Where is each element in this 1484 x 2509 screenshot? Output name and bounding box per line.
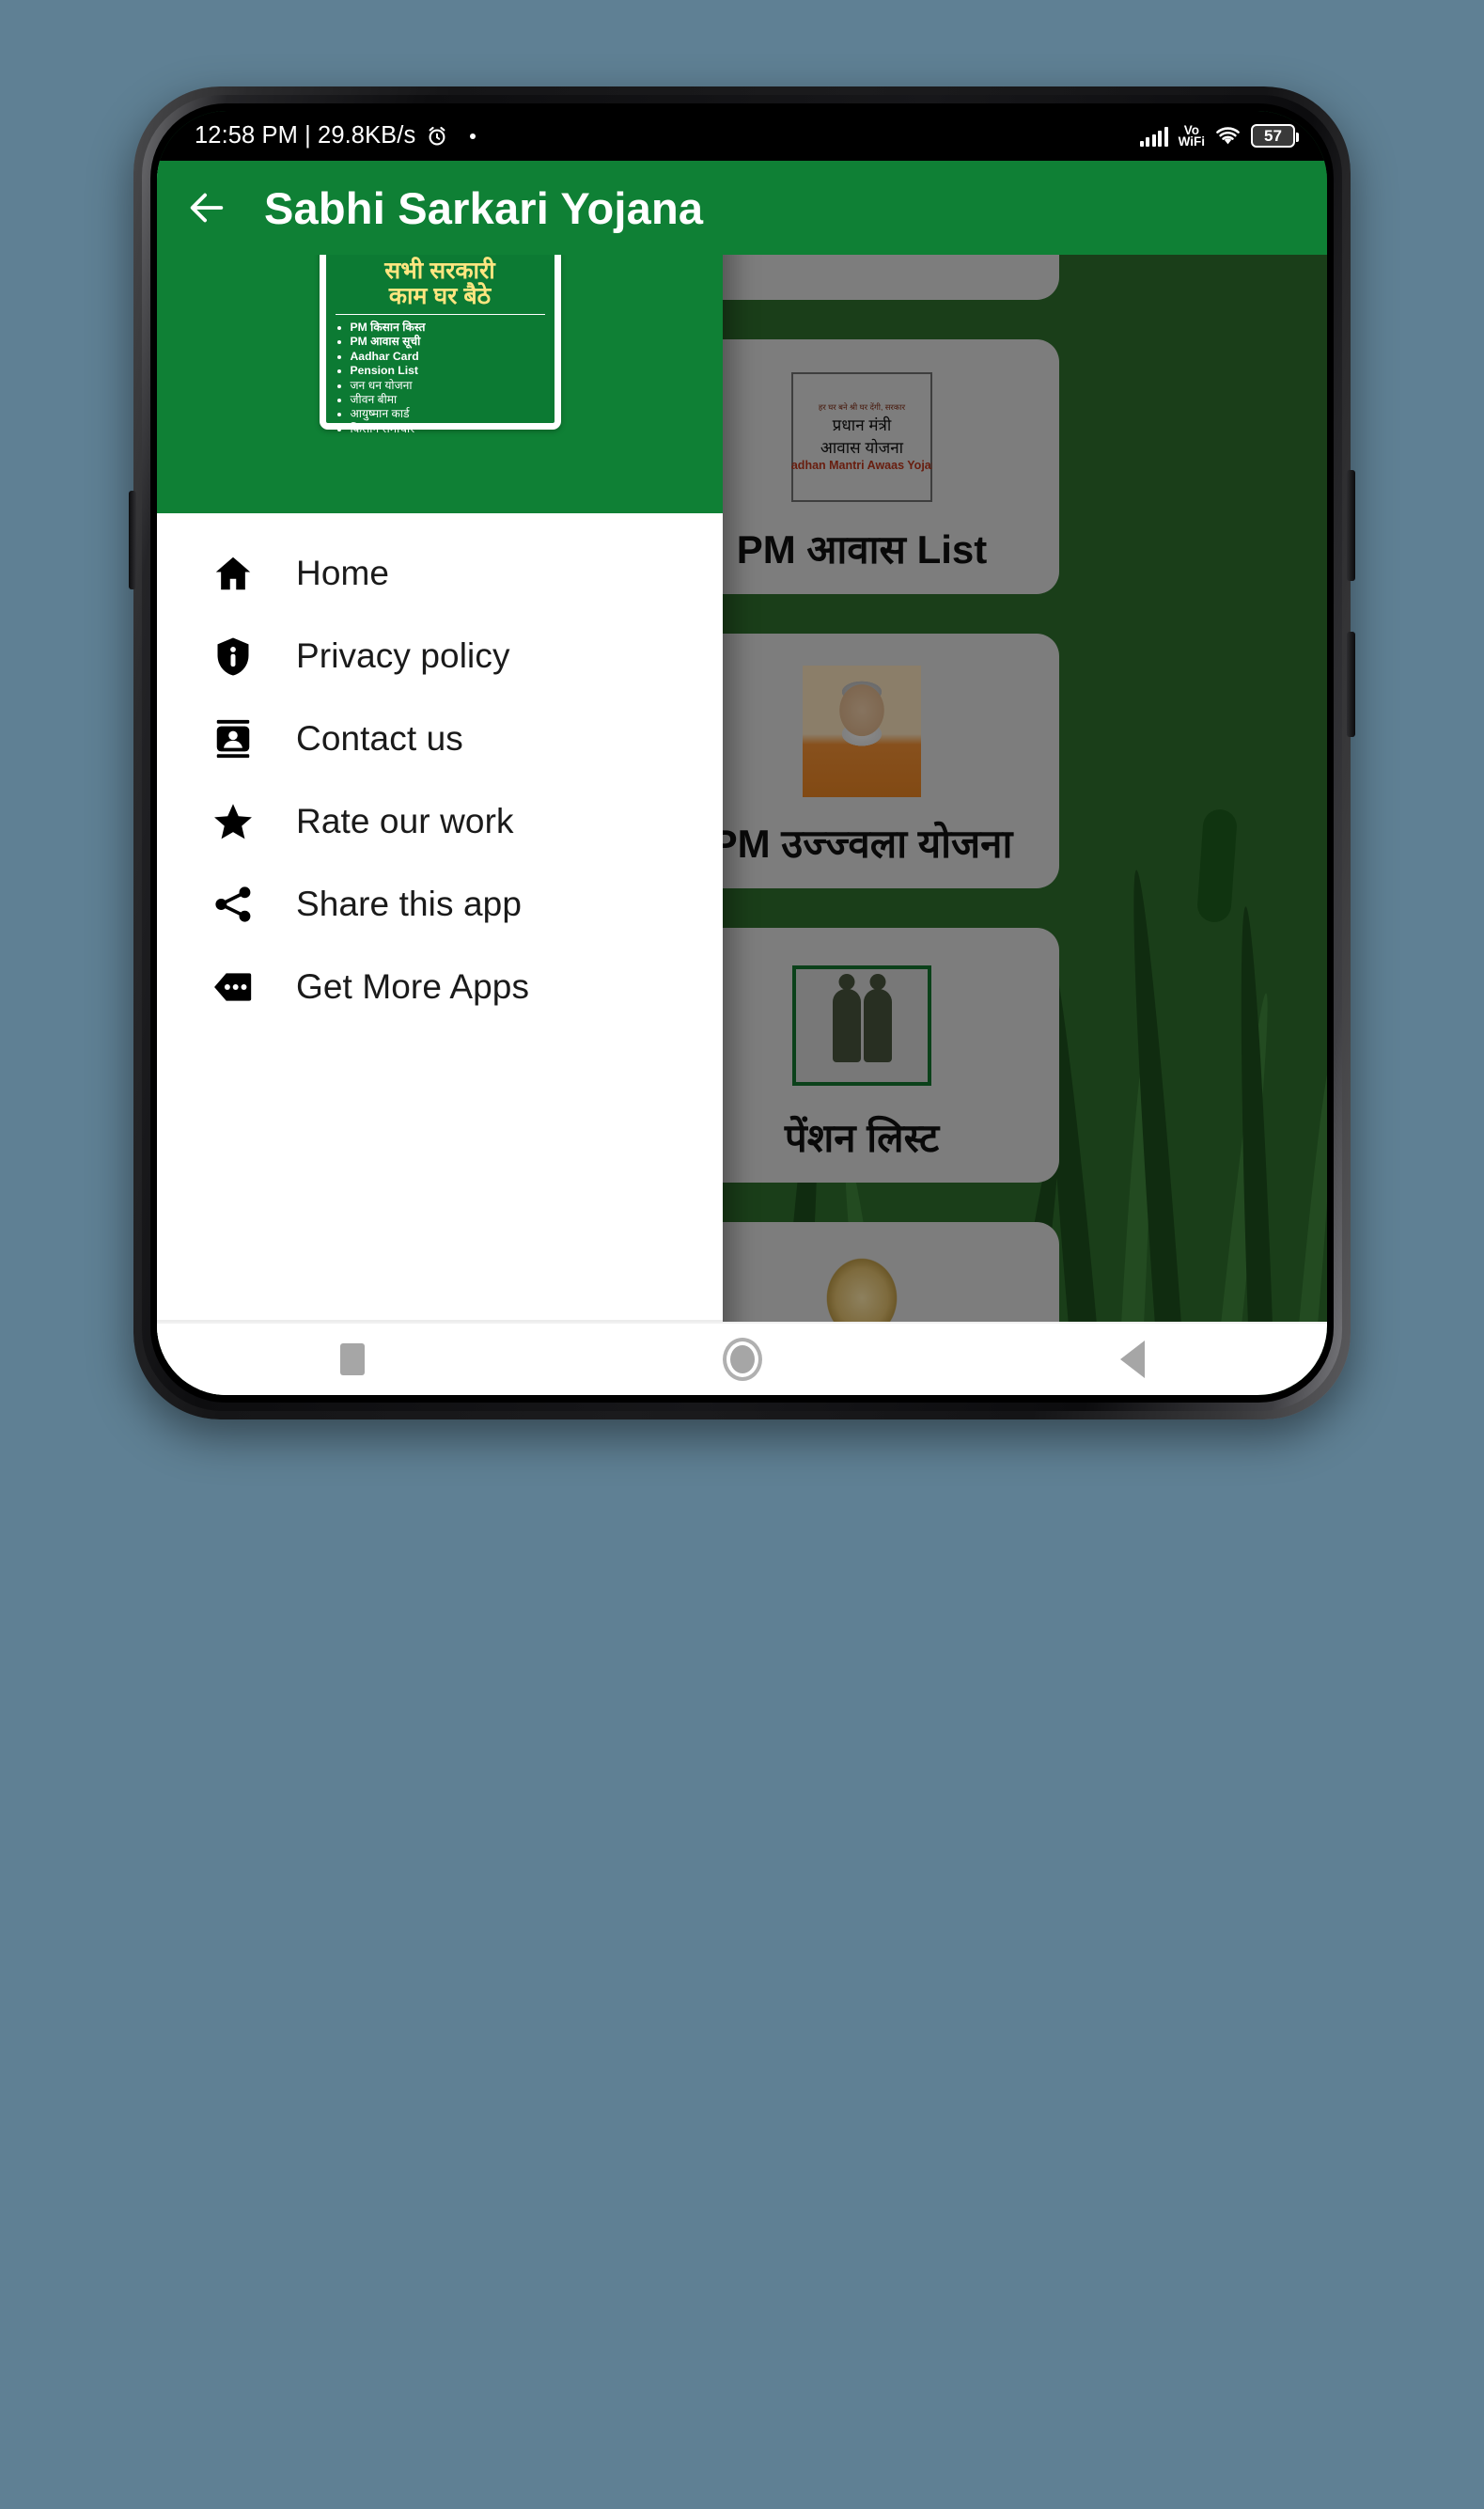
logo-list-item: PM किसान किस्त xyxy=(351,321,545,335)
logo-list-item: PM आवास सूची xyxy=(351,335,545,349)
app-bar-title: Sabhi Sarkari Yojana xyxy=(264,182,704,233)
wifi-icon xyxy=(1216,126,1240,144)
drawer-menu: Home Privacy policy Contact us Rate our … xyxy=(157,513,723,1320)
battery-level-text: 57 xyxy=(1264,126,1282,145)
drawer-item-rate-our-work[interactable]: Rate our work xyxy=(157,780,723,863)
app-logo-card: सभी सरकारी काम घर बैठे PM किसान किस्त PM… xyxy=(319,244,561,435)
drawer-item-label: Rate our work xyxy=(296,802,514,840)
drawer-item-home[interactable]: Home xyxy=(157,532,723,615)
recents-button[interactable] xyxy=(296,1343,409,1375)
app-logo-title: सभी सरकारी काम घर बैठे xyxy=(335,258,545,315)
shield-info-icon xyxy=(211,635,255,678)
cellular-signal-icon xyxy=(1139,126,1168,147)
star-icon xyxy=(211,800,255,843)
contact-card-icon xyxy=(211,717,255,761)
home-button[interactable] xyxy=(686,1338,799,1381)
drawer-item-privacy-policy[interactable]: Privacy policy xyxy=(157,615,723,698)
back-button[interactable] xyxy=(1076,1341,1189,1378)
navigation-drawer: सभी सरकारी काम घर बैठे PM किसान किस्त PM… xyxy=(157,161,723,1395)
status-time-network: 12:58 PM | 29.8KB/s xyxy=(195,122,416,149)
status-bar: 12:58 PM | 29.8KB/s Vo WiFi 57 xyxy=(157,111,1327,161)
app-logo-title-line2: काम घर बैठे xyxy=(388,283,492,309)
logo-list-item: जीवन बीमा xyxy=(351,393,545,407)
logo-list-item: किसान समाचार xyxy=(351,422,545,436)
more-apps-tag-icon xyxy=(211,965,255,1009)
drawer-item-label: Get More Apps xyxy=(296,967,530,1006)
app-bar: Sabhi Sarkari Yojana xyxy=(157,161,1327,255)
battery-indicator: 57 xyxy=(1251,124,1299,148)
home-icon xyxy=(211,552,255,595)
drawer-item-label: Contact us xyxy=(296,719,463,758)
notification-dot-icon xyxy=(470,133,476,139)
share-icon xyxy=(211,883,255,926)
back-arrow-icon[interactable] xyxy=(185,186,228,229)
logo-list-item: Pension List xyxy=(351,364,545,378)
logo-list-item: Aadhar Card xyxy=(351,350,545,364)
logo-list-item: आयुष्मान कार्ड xyxy=(351,407,545,421)
drawer-item-label: Home xyxy=(296,554,390,592)
logo-list-item: जन धन योजना xyxy=(351,379,545,393)
app-logo-feature-list: PM किसान किस्त PM आवास सूची Aadhar Card … xyxy=(351,321,545,436)
volte-line2: WiFi xyxy=(1178,133,1205,149)
drawer-item-contact-us[interactable]: Contact us xyxy=(157,698,723,780)
app-logo-title-line1: सभी सरकारी xyxy=(384,258,495,284)
home-circle-icon xyxy=(722,1338,762,1381)
volte-wifi-label: Vo WiFi xyxy=(1178,123,1205,149)
system-navigation-bar xyxy=(157,1322,1327,1395)
phone-screen: 12:58 PM | 29.8KB/s Vo WiFi 57 हर घर बने… xyxy=(157,111,1327,1395)
back-triangle-icon xyxy=(1119,1341,1145,1378)
status-bar-left: 12:58 PM | 29.8KB/s xyxy=(195,122,476,149)
status-bar-right: Vo WiFi 57 xyxy=(1139,123,1299,149)
alarm-clock-icon xyxy=(429,126,445,145)
power-button[interactable] xyxy=(1347,470,1355,581)
drawer-item-get-more-apps[interactable]: Get More Apps xyxy=(157,946,723,1028)
left-side-button[interactable] xyxy=(129,491,136,589)
phone-device-frame: 12:58 PM | 29.8KB/s Vo WiFi 57 हर घर बने… xyxy=(129,86,1355,1419)
recents-square-icon xyxy=(339,1343,365,1375)
volume-button[interactable] xyxy=(1347,632,1355,737)
drawer-item-share-this-app[interactable]: Share this app xyxy=(157,863,723,946)
drawer-item-label: Share this app xyxy=(296,885,523,923)
drawer-item-label: Privacy policy xyxy=(296,636,510,675)
